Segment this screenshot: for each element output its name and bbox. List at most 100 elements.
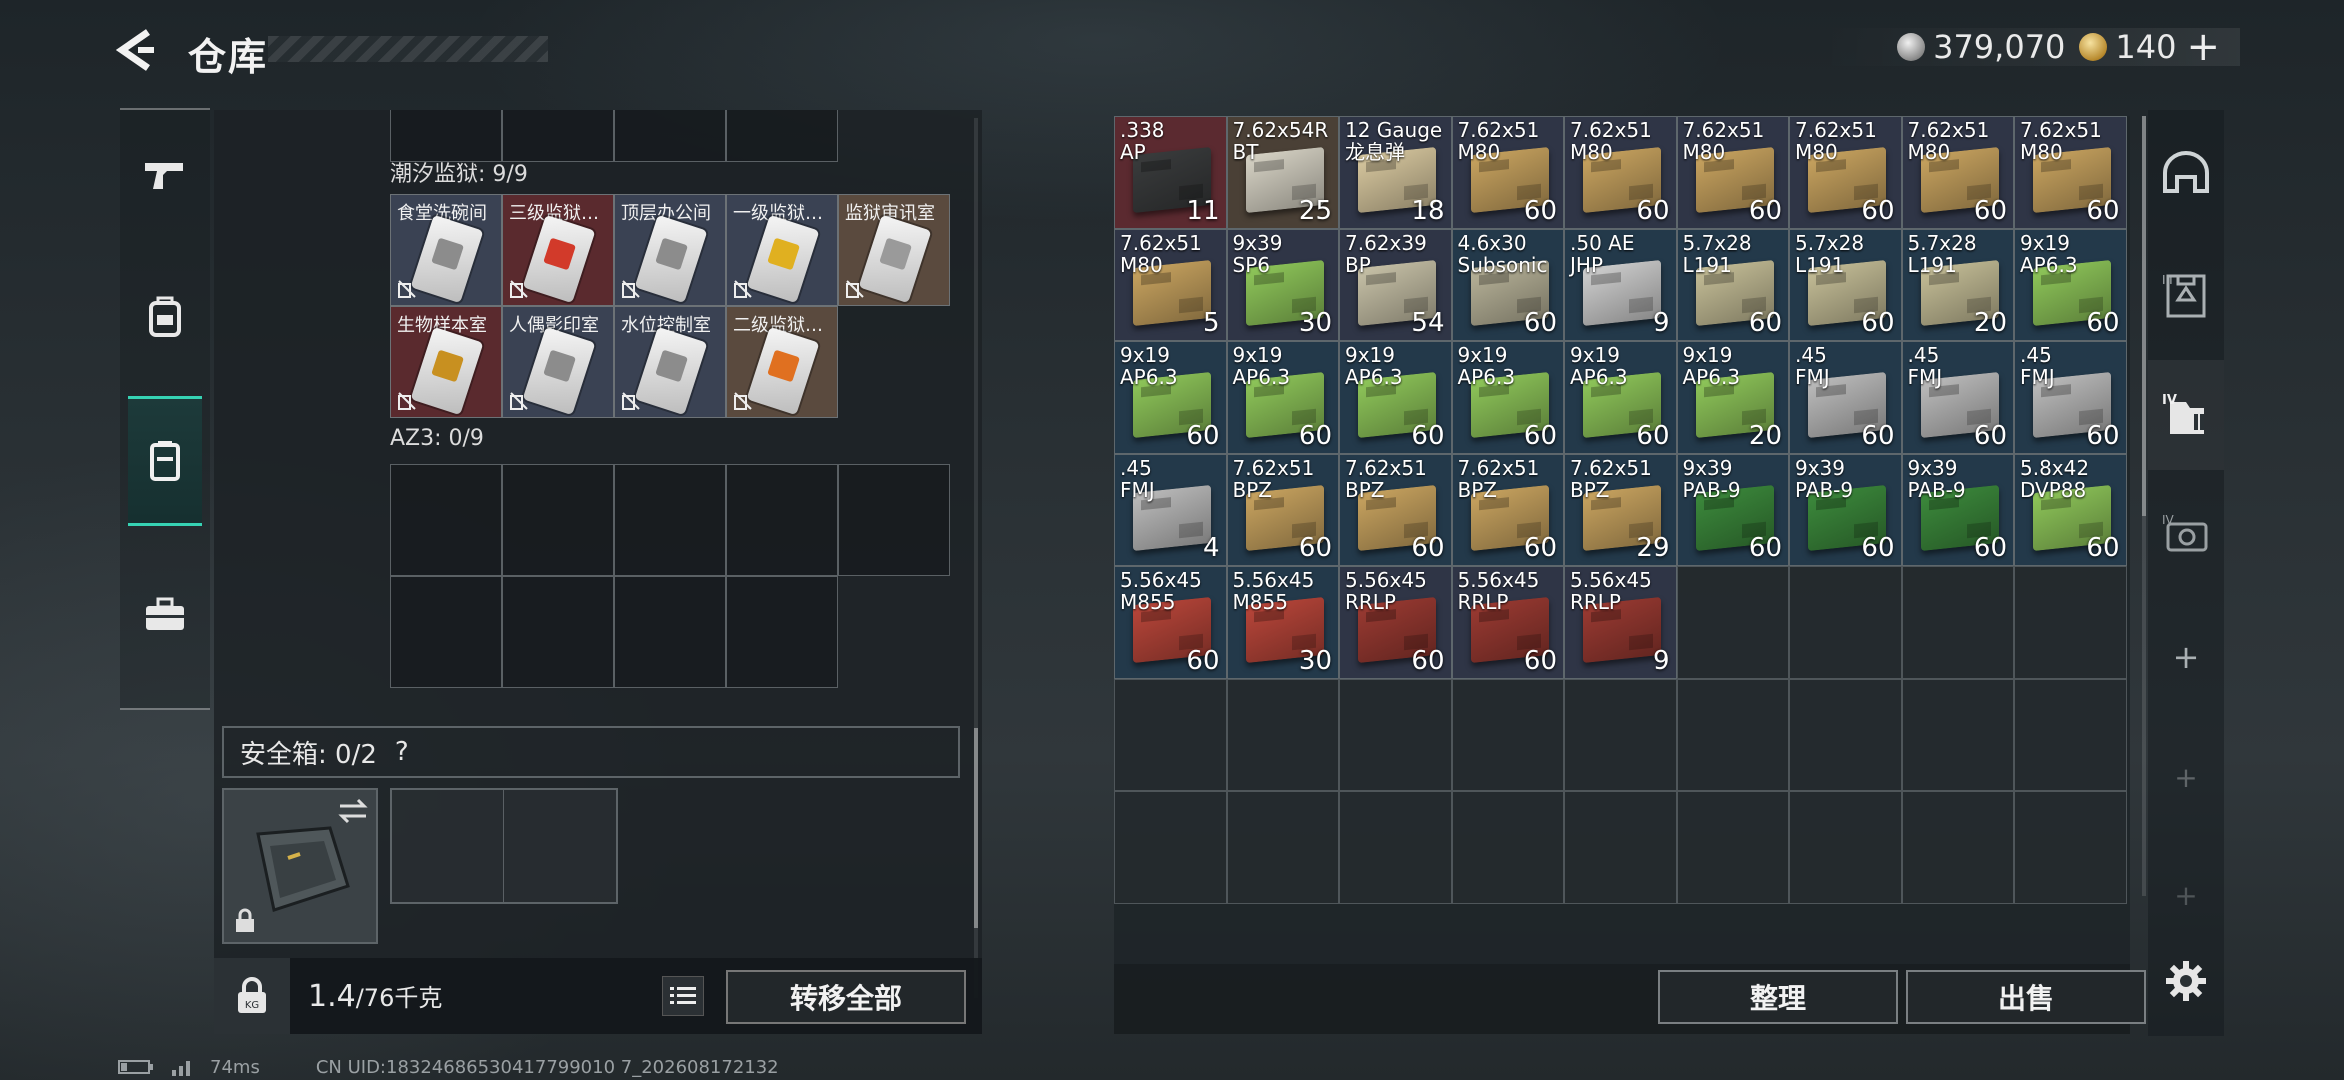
add-slot-2[interactable]: + — [2148, 722, 2224, 832]
keycard-item[interactable]: 一级监狱… — [726, 194, 838, 306]
nav-helmet[interactable] — [2148, 118, 2224, 228]
nav-backpack[interactable] — [128, 252, 202, 382]
nav-weapons[interactable] — [128, 110, 202, 240]
keycard-item[interactable]: 水位控制室 — [614, 306, 726, 418]
ammo-item[interactable]: 5.56x45 RRLP 9 — [1564, 566, 1677, 679]
ammo-item[interactable]: 9x39 SP6 30 — [1226, 228, 1339, 341]
container-scrollbar[interactable] — [974, 118, 978, 998]
grid-cell[interactable] — [838, 464, 950, 576]
ammo-item[interactable]: 7.62x51 M80 5 — [1114, 228, 1227, 341]
ammo-item[interactable]: 9x19 AP6.3 60 — [1114, 341, 1227, 454]
ammo-item[interactable]: 5.56x45 M855 60 — [1114, 566, 1227, 679]
keycard-item[interactable]: 人偶影印室 — [502, 306, 614, 418]
ammo-item[interactable]: 7.62x51 M80 60 — [1676, 116, 1789, 229]
keycard-item[interactable]: 顶层办公间 — [614, 194, 726, 306]
ammo-item[interactable]: 9x19 AP6.3 60 — [1339, 341, 1452, 454]
ammo-item[interactable]: 7.62x51 BPZ 60 — [1226, 453, 1339, 566]
grid-cell[interactable] — [390, 576, 502, 688]
ammo-item[interactable]: .338 AP 11 — [1114, 116, 1227, 229]
sort-button[interactable]: 整理 — [1658, 970, 1898, 1024]
ammo-item[interactable]: 9x19 AP6.3 60 — [1226, 341, 1339, 454]
empty-slot[interactable] — [2014, 791, 2127, 904]
keycard-item[interactable]: 监狱审讯室 — [838, 194, 950, 306]
empty-slot[interactable] — [1676, 791, 1789, 904]
empty-slot[interactable] — [1339, 791, 1452, 904]
empty-slot[interactable] — [1226, 791, 1339, 904]
ammo-item[interactable]: 5.7x28 L191 60 — [1676, 228, 1789, 341]
ammo-item[interactable]: 7.62x51 M80 60 — [2014, 116, 2127, 229]
grid-cell[interactable] — [614, 110, 726, 162]
empty-slot[interactable] — [1789, 678, 1902, 791]
safe-slot[interactable] — [392, 790, 504, 902]
ammo-item[interactable]: 5.56x45 RRLP 60 — [1451, 566, 1564, 679]
ammo-item[interactable]: 7.62x51 M80 60 — [1901, 116, 2014, 229]
ammo-item[interactable]: 9x39 PAB-9 60 — [1901, 453, 2014, 566]
ammo-item[interactable]: 4.6x30 Subsonic 60 — [1451, 228, 1564, 341]
empty-slot[interactable] — [1789, 566, 1902, 679]
back-button[interactable] — [112, 22, 160, 78]
safe-box-help-button[interactable]: ? — [395, 737, 409, 767]
add-currency-button[interactable]: + — [2186, 27, 2220, 67]
ammo-item[interactable]: 5.7x28 L191 60 — [1789, 228, 1902, 341]
grid-cell[interactable] — [726, 576, 838, 688]
ammo-item[interactable]: 7.62x51 BPZ 29 — [1564, 453, 1677, 566]
safe-slot[interactable] — [504, 790, 616, 902]
keycard-item[interactable]: 食堂洗碗间 — [390, 194, 502, 306]
empty-slot[interactable] — [1564, 791, 1677, 904]
grid-cell[interactable] — [502, 576, 614, 688]
empty-slot[interactable] — [1901, 678, 2014, 791]
ammo-item[interactable]: 9x39 PAB-9 60 — [1676, 453, 1789, 566]
grid-cell[interactable] — [726, 464, 838, 576]
ammo-item[interactable]: 5.8x42 DVP88 60 — [2014, 453, 2127, 566]
ammo-item[interactable]: 9x19 AP6.3 20 — [1676, 341, 1789, 454]
ammo-item[interactable]: 7.62x51 M80 60 — [1564, 116, 1677, 229]
grid-cell[interactable] — [502, 464, 614, 576]
settings-button[interactable] — [2148, 926, 2224, 1036]
ammo-item[interactable]: .45 FMJ 60 — [1901, 341, 2014, 454]
nav-container[interactable] — [128, 396, 202, 526]
keycard-item[interactable]: 二级监狱… — [726, 306, 838, 418]
empty-slot[interactable] — [1564, 678, 1677, 791]
add-slot-1[interactable]: + — [2148, 602, 2224, 712]
ammo-item[interactable]: 7.62x51 BPZ 60 — [1339, 453, 1452, 566]
ammo-item[interactable]: 7.62x54R BT 25 — [1226, 116, 1339, 229]
transfer-all-button[interactable]: 转移全部 — [726, 970, 966, 1024]
ammo-item[interactable]: 9x39 PAB-9 60 — [1789, 453, 1902, 566]
grid-cell[interactable] — [614, 464, 726, 576]
sell-button[interactable]: 出售 — [1906, 970, 2146, 1024]
ammo-item[interactable]: .45 FMJ 60 — [1789, 341, 1902, 454]
keycard-item[interactable]: 生物样本室 — [390, 306, 502, 418]
ammo-item[interactable]: .45 FMJ 4 — [1114, 453, 1227, 566]
ammo-item[interactable]: 7.62x51 M80 60 — [1789, 116, 1902, 229]
empty-slot[interactable] — [1339, 678, 1452, 791]
nav-key-case[interactable]: IV — [2148, 480, 2224, 590]
silver-currency[interactable]: 379,070 — [1897, 28, 2065, 66]
empty-slot[interactable] — [1114, 791, 1227, 904]
empty-slot[interactable] — [1451, 791, 1564, 904]
ammo-item[interactable]: .50 AE JHP 9 — [1564, 228, 1677, 341]
container-scroll-area[interactable]: 潮汐监狱: 9/9 食堂洗碗间 三级监狱… 顶层办公间 一级监狱… 监狱审讯室 生物样本室… — [214, 110, 982, 958]
nav-armor[interactable]: III — [2148, 240, 2224, 350]
weight-lock-button[interactable]: KG — [214, 958, 290, 1034]
grid-cell[interactable] — [726, 110, 838, 162]
keycard-item[interactable]: 三级监狱… — [502, 194, 614, 306]
ammo-item[interactable]: 5.7x28 L191 20 — [1901, 228, 2014, 341]
ammo-item[interactable]: 9x19 AP6.3 60 — [1451, 341, 1564, 454]
ammo-item[interactable]: 9x19 AP6.3 60 — [1564, 341, 1677, 454]
nav-briefcase[interactable] — [128, 550, 202, 680]
list-view-button[interactable] — [662, 976, 704, 1016]
ammo-item[interactable]: 9x19 AP6.3 60 — [2014, 228, 2127, 341]
empty-slot[interactable] — [1789, 791, 1902, 904]
ammo-item[interactable]: 5.56x45 M855 30 — [1226, 566, 1339, 679]
ammo-item[interactable]: 12 Gauge 龙息弹 18 — [1339, 116, 1452, 229]
empty-slot[interactable] — [2014, 566, 2127, 679]
ammo-item[interactable]: 7.62x51 M80 60 — [1451, 116, 1564, 229]
empty-slot[interactable] — [1451, 678, 1564, 791]
nav-container-iv[interactable]: IV — [2148, 360, 2224, 470]
ammo-item[interactable]: 7.62x51 BPZ 60 — [1451, 453, 1564, 566]
ammo-item[interactable]: 5.56x45 RRLP 60 — [1339, 566, 1452, 679]
empty-slot[interactable] — [1226, 678, 1339, 791]
grid-cell[interactable] — [502, 110, 614, 162]
ammo-item[interactable]: .45 FMJ 60 — [2014, 341, 2127, 454]
ammo-item[interactable]: 7.62x39 BP 54 — [1339, 228, 1452, 341]
